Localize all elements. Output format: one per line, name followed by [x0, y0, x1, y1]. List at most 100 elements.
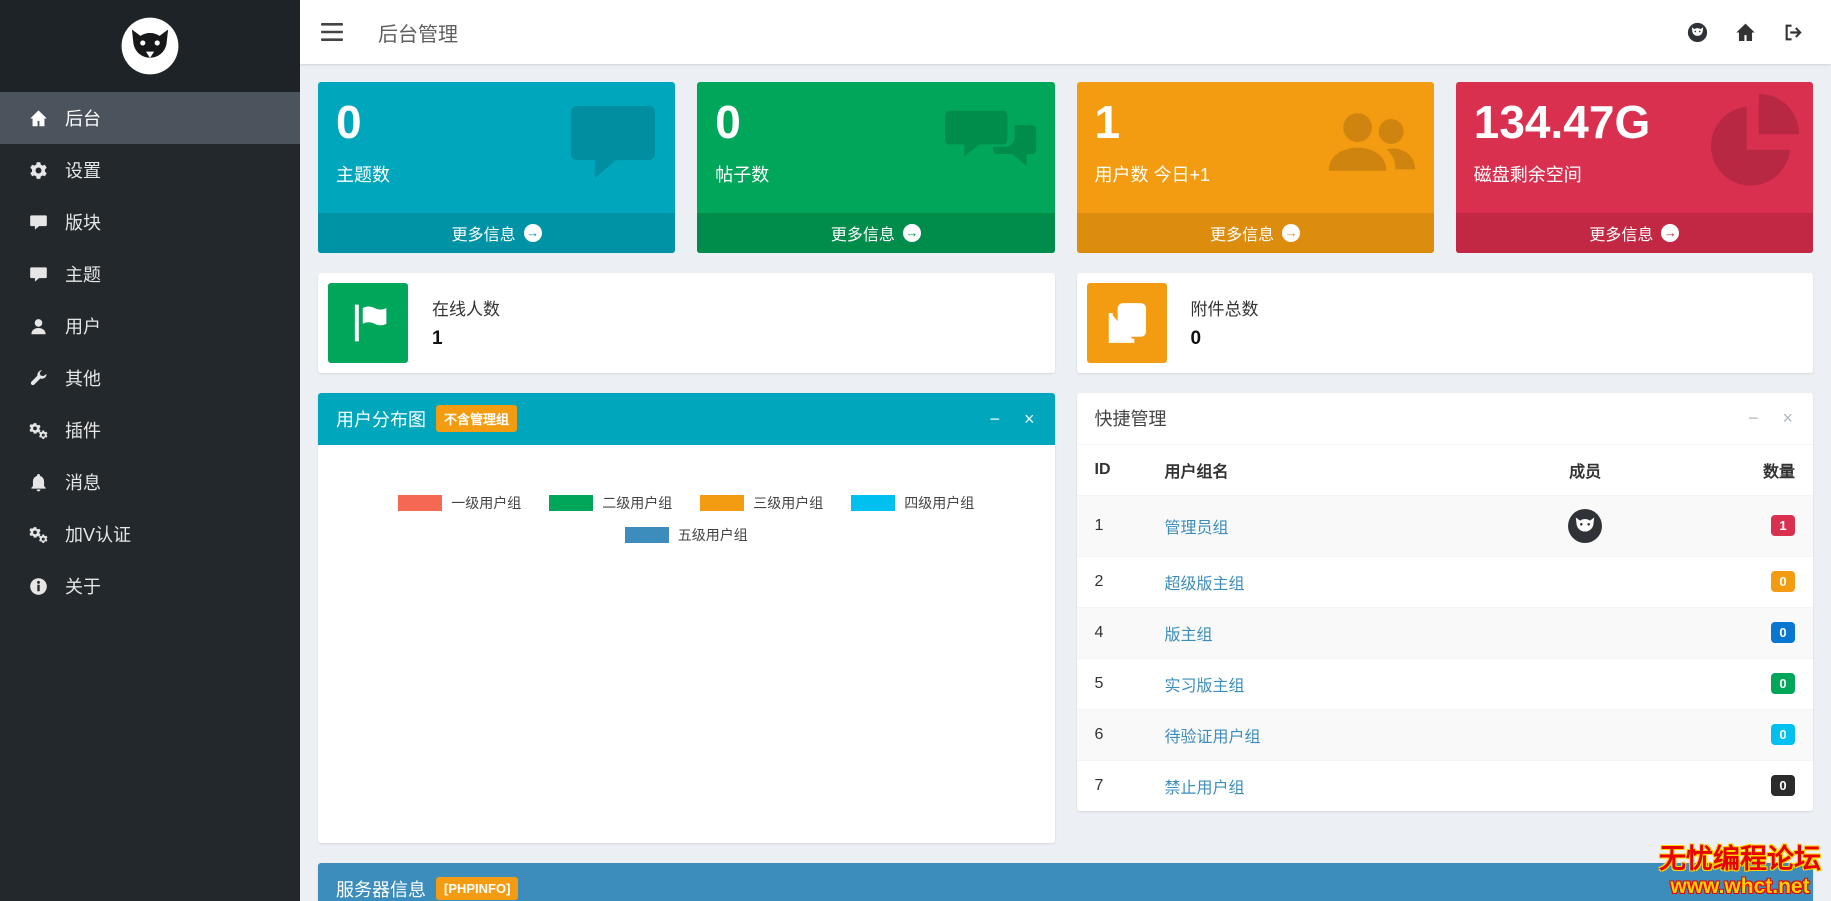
users-icon [1324, 94, 1420, 190]
group-link[interactable]: 禁止用户组 [1165, 780, 1245, 797]
brand-home-button[interactable] [1673, 0, 1721, 64]
phpinfo-badge[interactable]: [PHPINFO] [436, 877, 518, 900]
sidebar-item-label: 版块 [65, 209, 101, 235]
sidebar-item-label: 用户 [65, 313, 101, 339]
legend-label: 五级用户组 [678, 525, 748, 545]
sidebar-item-label: 加V认证 [65, 521, 131, 547]
sidebar-item-label: 消息 [65, 469, 101, 495]
sidebar-item-users[interactable]: 用户 [0, 300, 300, 352]
table-row: 6 待验证用户组 0 [1077, 709, 1814, 760]
comment-icon [26, 213, 50, 232]
sidebar-item-messages[interactable]: 消息 [0, 456, 300, 508]
count-badge: 0 [1771, 724, 1795, 745]
home-icon [26, 109, 50, 128]
info-box-value: 0 [1191, 328, 1259, 350]
panel-header: 快捷管理 − × [1077, 393, 1814, 445]
pie-chart-icon [1703, 94, 1799, 190]
legend-label: 四级用户组 [904, 493, 974, 513]
sign-out-icon [1783, 22, 1804, 43]
comment-icon [26, 265, 50, 284]
sidebar: 后台 设置 版块 主题 用户 其他 [0, 0, 300, 901]
close-icon[interactable]: × [1022, 408, 1037, 430]
user-distribution-panel: 用户分布图 不含管理组 − × 一级用户组 [318, 393, 1055, 843]
quick-management-panel: 快捷管理 − × ID 用户组名 成员 数量 [1077, 393, 1814, 811]
table-row: 7 禁止用户组 0 [1077, 760, 1814, 811]
sidebar-item-topics[interactable]: 主题 [0, 248, 300, 300]
table-row: 2 超级版主组 0 [1077, 556, 1814, 607]
minimize-icon[interactable]: − [1746, 407, 1761, 429]
user-groups-table: ID 用户组名 成员 数量 1 管理员组 [1077, 445, 1814, 811]
gear-icon [26, 161, 50, 180]
info-box-attachments: 附件总数 0 [1077, 273, 1814, 373]
sidebar-item-label: 关于 [65, 573, 101, 599]
sidebar-item-dashboard[interactable]: 后台 [0, 92, 300, 144]
comment-icon [565, 94, 661, 190]
panels-row: 用户分布图 不含管理组 − × 一级用户组 [318, 393, 1813, 843]
legend-item: 五级用户组 [625, 525, 748, 545]
group-link[interactable]: 实习版主组 [1165, 678, 1245, 695]
col-header-groupname: 用户组名 [1147, 445, 1468, 496]
sidebar-item-label: 后台 [65, 105, 101, 131]
group-link[interactable]: 版主组 [1165, 627, 1213, 644]
info-row: 在线人数 1 附件总数 0 [318, 273, 1813, 373]
legend-item: 一级用户组 [398, 493, 521, 513]
legend-swatch [851, 495, 895, 511]
col-header-id: ID [1077, 445, 1147, 496]
arrow-circle-right-icon: → [1661, 224, 1679, 242]
avatar[interactable] [1568, 509, 1602, 543]
comments-icon [945, 94, 1041, 190]
panel-title: 用户分布图 [336, 406, 426, 432]
home-button[interactable] [1721, 0, 1769, 64]
logout-button[interactable] [1769, 0, 1817, 64]
cell-id: 6 [1077, 709, 1147, 760]
more-info-link[interactable]: 更多信息 → [318, 213, 675, 253]
user-distribution-chart: 一级用户组 二级用户组 三级用户组 [318, 445, 1055, 843]
cogs-icon [26, 421, 50, 440]
more-info-label: 更多信息 [452, 221, 516, 245]
col-header-count: 数量 [1703, 445, 1813, 496]
sidebar-item-label: 主题 [65, 261, 101, 287]
minimize-icon[interactable]: − [987, 408, 1002, 430]
info-box-label: 附件总数 [1191, 295, 1259, 320]
group-link[interactable]: 管理员组 [1165, 520, 1229, 537]
topbar: 后台管理 [300, 0, 1831, 64]
server-info-panel: 服务器信息 [PHPINFO] [318, 863, 1813, 901]
group-link[interactable]: 待验证用户组 [1165, 729, 1261, 746]
panel-badge: 不含管理组 [436, 405, 517, 432]
sidebar-menu: 后台 设置 版块 主题 用户 其他 [0, 92, 300, 612]
cell-id: 1 [1077, 495, 1147, 556]
wrench-icon [26, 369, 50, 388]
legend-swatch [625, 527, 669, 543]
sidebar-item-plugins[interactable]: 插件 [0, 404, 300, 456]
more-info-link[interactable]: 更多信息 → [1456, 213, 1813, 253]
legend-item: 四级用户组 [851, 493, 974, 513]
group-link[interactable]: 超级版主组 [1165, 576, 1245, 593]
brand-logo[interactable] [0, 0, 300, 92]
panel-title: 快捷管理 [1095, 405, 1167, 431]
topbar-actions [1673, 0, 1831, 64]
main-area: 后台管理 [300, 0, 1831, 901]
table-row: 5 实习版主组 0 [1077, 658, 1814, 709]
sidebar-item-label: 设置 [65, 157, 101, 183]
sidebar-item-forums[interactable]: 版块 [0, 196, 300, 248]
bell-icon [26, 473, 50, 492]
more-info-link[interactable]: 更多信息 → [697, 213, 1054, 253]
legend-item: 二级用户组 [549, 493, 672, 513]
user-icon [26, 317, 50, 336]
sidebar-item-other[interactable]: 其他 [0, 352, 300, 404]
panel-header: 服务器信息 [PHPINFO] [318, 863, 1813, 901]
sidebar-item-settings[interactable]: 设置 [0, 144, 300, 196]
stat-box-topics: 0 主题数 更多信息 → [318, 82, 675, 253]
page-title: 后台管理 [378, 18, 458, 47]
fox-logo-icon [119, 15, 181, 77]
more-info-label: 更多信息 [1589, 221, 1653, 245]
more-info-link[interactable]: 更多信息 → [1077, 213, 1434, 253]
legend-label: 一级用户组 [451, 493, 521, 513]
sidebar-toggle-button[interactable] [300, 0, 364, 64]
sidebar-item-about[interactable]: 关于 [0, 560, 300, 612]
chart-legend: 一级用户组 二级用户组 三级用户组 [356, 493, 1016, 545]
info-box-text: 附件总数 0 [1191, 295, 1259, 350]
stat-box-users: 1 用户数 今日+1 更多信息 → [1077, 82, 1434, 253]
sidebar-item-verification[interactable]: 加V认证 [0, 508, 300, 560]
close-icon[interactable]: × [1780, 407, 1795, 429]
